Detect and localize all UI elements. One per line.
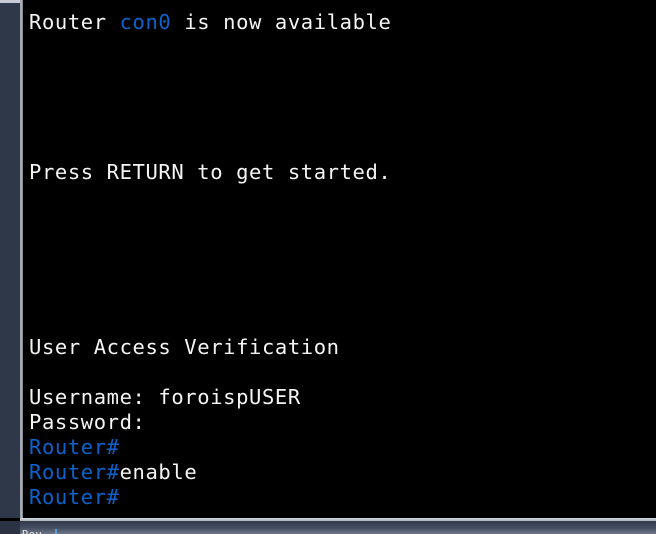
line-banner-available: Router con0 is now available xyxy=(29,10,656,35)
terminal-text: Router xyxy=(29,10,120,34)
line-blank-7 xyxy=(29,210,656,235)
line-blank-11 xyxy=(29,310,656,335)
terminal-prompt-text: Router# xyxy=(29,435,120,459)
line-user-access-verification: User Access Verification xyxy=(29,335,656,360)
line-blank-3 xyxy=(29,85,656,110)
footer-clipped-tick xyxy=(55,529,57,534)
line-press-return: Press RETURN to get started. xyxy=(29,160,656,185)
line-username: Username: foroispUSER xyxy=(29,385,656,410)
terminal-text: Username: xyxy=(29,385,159,409)
line-password: Password: xyxy=(29,410,656,435)
footer-bar: Rou xyxy=(0,521,656,534)
terminal-text: Password: xyxy=(29,410,146,434)
line-blank-10 xyxy=(29,285,656,310)
line-blank-2 xyxy=(29,60,656,85)
line-prompt-3: Router# xyxy=(29,485,656,510)
line-blank-1 xyxy=(29,35,656,60)
line-blank-5 xyxy=(29,135,656,160)
line-prompt-1: Router# xyxy=(29,435,656,460)
terminal-surface[interactable]: Router con0 is now available Press RETUR… xyxy=(23,0,656,518)
line-blank-8 xyxy=(29,235,656,260)
line-prompt-2-enable: Router#enable xyxy=(29,460,656,485)
sidebar-top-highlight xyxy=(0,0,20,3)
router-console-window: Router con0 is now available Press RETUR… xyxy=(0,0,656,534)
left-sidebar-panel xyxy=(0,0,20,518)
terminal-text: foroispUSER xyxy=(158,385,301,409)
line-blank-4 xyxy=(29,110,656,135)
sidebar-terminal-divider xyxy=(20,0,23,520)
terminal-output-text[interactable]: Router con0 is now available Press RETUR… xyxy=(29,10,656,510)
terminal-text: User Access Verification xyxy=(29,335,340,359)
footer-corner-block xyxy=(0,521,20,534)
terminal-text: enable xyxy=(119,460,198,484)
terminal-text: is now available xyxy=(171,10,392,34)
terminal-prompt-text: Router# xyxy=(29,460,120,484)
terminal-text: Press RETURN to get started. xyxy=(29,160,392,184)
line-blank-9 xyxy=(29,260,656,285)
terminal-prompt-text: con0 xyxy=(119,10,172,34)
terminal-prompt-text: Router# xyxy=(29,485,120,509)
line-blank-12 xyxy=(29,360,656,385)
line-blank-6 xyxy=(29,185,656,210)
footer-clipped-label: Rou xyxy=(22,529,42,534)
